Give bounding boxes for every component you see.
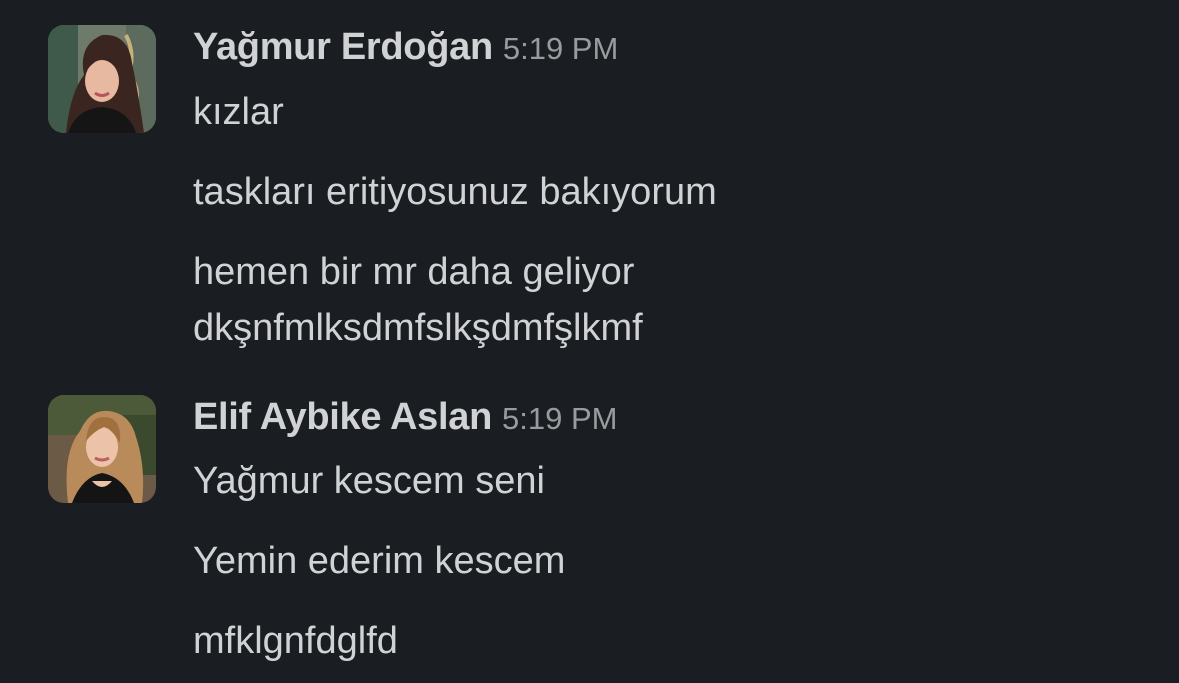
timestamp[interactable]: 5:19 PM	[503, 31, 618, 66]
message-text: mfklgnfdglfd	[193, 620, 398, 662]
author-name[interactable]: Yağmur Erdoğan	[193, 26, 493, 68]
timestamp[interactable]: 5:19 PM	[502, 401, 617, 436]
user-avatar-image	[48, 395, 156, 503]
message-text: kızlar	[193, 91, 284, 133]
avatar[interactable]	[48, 25, 156, 133]
user-avatar-image	[48, 25, 156, 133]
message-text: hemen bir mr daha geliyor	[193, 251, 635, 293]
author-name[interactable]: Elif Aybike Aslan	[193, 396, 492, 438]
message-header: Yağmur Erdoğan 5:19 PM	[193, 26, 618, 69]
message-text: Yemin ederim kescem	[193, 540, 566, 582]
message-text: taskları eritiyosunuz bakıyorum	[193, 171, 717, 213]
message-text: Yağmur kescem seni	[193, 460, 545, 502]
message-header: Elif Aybike Aslan 5:19 PM	[193, 396, 617, 439]
message-text: dkşnfmlksdmfslkşdmfşlkmf	[193, 307, 643, 349]
avatar[interactable]	[48, 395, 156, 503]
